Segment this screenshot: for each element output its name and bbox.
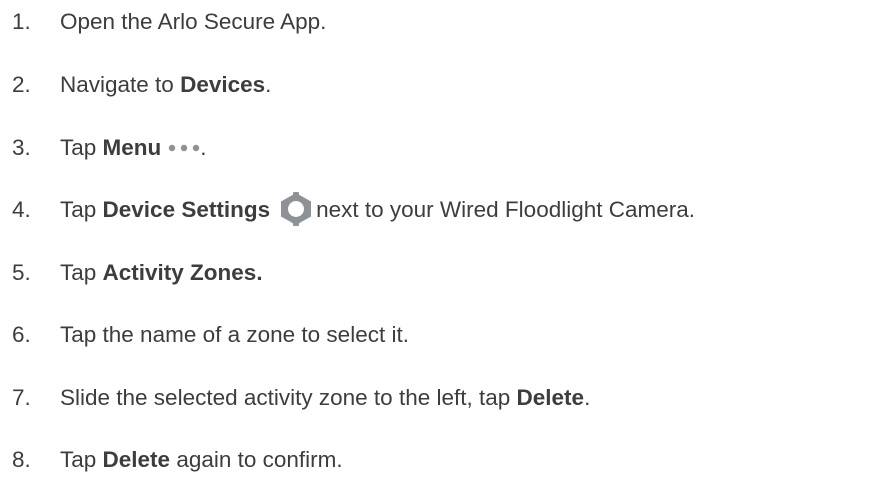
step-number: 7. <box>12 385 31 410</box>
step-text: Slide the selected activity zone to the … <box>60 385 517 410</box>
step-number: 2. <box>12 72 31 97</box>
step-number: 3. <box>12 135 31 160</box>
step-text: Open the Arlo Secure App. <box>60 9 327 34</box>
delete-label: Delete <box>516 385 585 410</box>
activity-zones-label: Activity Zones. <box>102 260 263 285</box>
gear-icon <box>281 191 312 226</box>
device-settings-label: Device Settings <box>102 197 271 222</box>
step-text: Tap <box>60 260 103 285</box>
step-8: 8. Tap Delete again to confirm. <box>12 440 343 480</box>
step-text: . <box>200 135 207 160</box>
step-text: Tap <box>60 135 103 160</box>
step-text: Tap <box>60 447 103 472</box>
step-number: 1. <box>12 9 31 34</box>
step-5: 5. Tap Activity Zones. <box>12 253 263 293</box>
step-text: . <box>584 385 591 410</box>
step-2: 2. Navigate to Devices. <box>12 65 271 105</box>
step-number: 5. <box>12 260 31 285</box>
devices-label: Devices <box>180 72 266 97</box>
step-6: 6. Tap the name of a zone to select it. <box>12 315 409 355</box>
step-4: 4. Tap Device Settings next to your Wired… <box>12 190 695 230</box>
step-text: next to your Wired Floodlight Camera. <box>316 197 696 222</box>
step-number: 6. <box>12 322 31 347</box>
step-text: . <box>265 72 272 97</box>
more-dots-icon <box>169 144 200 151</box>
menu-label: Menu <box>102 135 162 160</box>
step-text: again to confirm. <box>170 447 343 472</box>
step-number: 4. <box>12 197 31 222</box>
step-7: 7. Slide the selected activity zone to th… <box>12 378 590 418</box>
step-text: Tap the name of a zone to select it. <box>60 322 409 347</box>
step-3: 3. Tap Menu. <box>12 128 207 168</box>
step-text: Tap <box>60 197 103 222</box>
delete-label: Delete <box>102 447 171 472</box>
step-1: 1. Open the Arlo Secure App. <box>12 2 326 42</box>
step-text: Navigate to <box>60 72 181 97</box>
step-number: 8. <box>12 447 31 472</box>
